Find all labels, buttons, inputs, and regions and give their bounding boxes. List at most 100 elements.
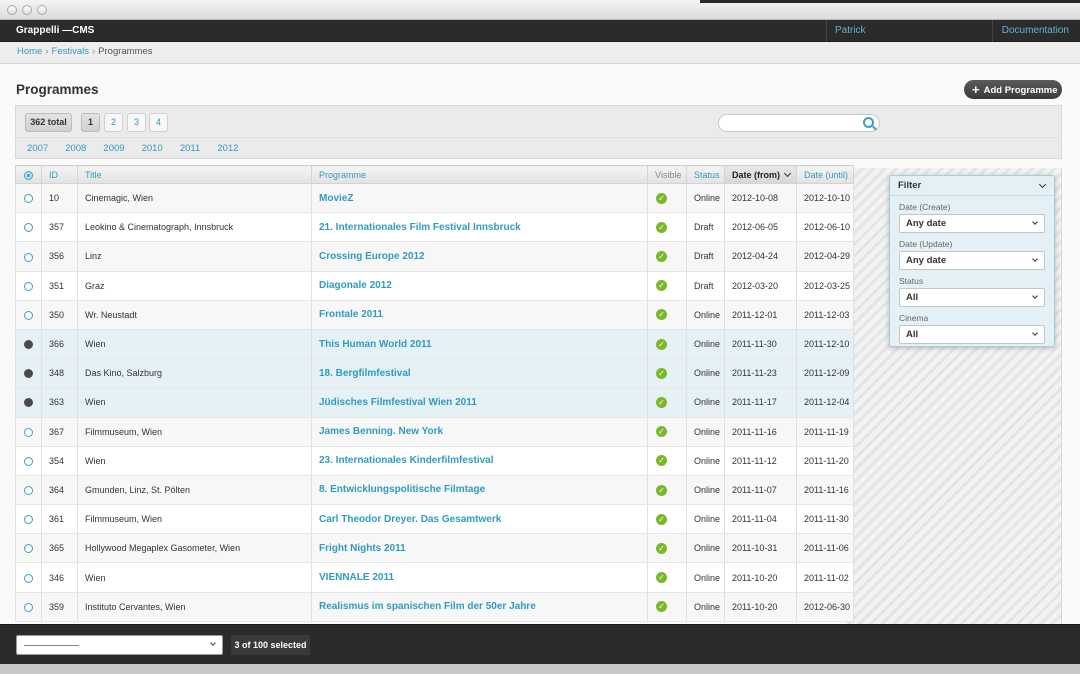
table-row[interactable]: 363 Wien Jüdisches Filmfestival Wien 2011 ✓… <box>15 387 854 418</box>
year-link-2011[interactable]: 2011 <box>180 143 200 154</box>
table-row[interactable]: 346 Wien VIENNALE 2011 ✓ Online 2011-10-20 201… <box>15 562 854 593</box>
column-header-visible[interactable]: Visible <box>647 165 687 184</box>
check-icon: ✓ <box>656 601 667 613</box>
table-row[interactable]: 367 Filmmuseum, Wien James Benning. New Yo… <box>15 417 854 447</box>
cell-visible: ✓ <box>647 417 687 447</box>
cell-date-from: 2012-06-05 <box>724 212 797 243</box>
cell-programme-link[interactable]: Crossing Europe 2012 <box>311 241 648 272</box>
cell-programme-link[interactable]: MovieZ <box>311 183 648 214</box>
table-row[interactable]: 364 Gmunden, Linz, St. Pölten 8. Entwicklu… <box>15 475 854 506</box>
cell-programme-link[interactable]: Frontale 2011 <box>311 300 648 330</box>
cell-programme-link[interactable]: This Human World 2011 <box>311 329 648 360</box>
cell-programme-link[interactable]: Fright Nights 2011 <box>311 533 648 564</box>
cell-programme-link[interactable]: Carl Theodor Dreyer. Das Gesamtwerk <box>311 504 648 535</box>
table-row[interactable]: 354 Wien 23. Internationales Kinderfilmfes… <box>15 446 854 476</box>
cell-id: 346 <box>41 562 78 593</box>
cell-programme-link[interactable]: James Benning. New York <box>311 417 648 447</box>
page-link-2[interactable]: 2 <box>104 113 123 132</box>
table-row[interactable]: 348 Das Kino, Salzburg 18. Bergfilmfestiva… <box>15 358 854 389</box>
year-link-2009[interactable]: 2009 <box>103 143 124 154</box>
cell-programme-link[interactable]: Diagonale 2012 <box>311 271 648 301</box>
table-row[interactable]: 365 Hollywood Megaplex Gasometer, Wien Fri… <box>15 533 854 564</box>
page-link-3[interactable]: 3 <box>127 113 146 132</box>
minimize-window-icon[interactable] <box>22 5 32 15</box>
row-select-toggle[interactable] <box>15 533 42 564</box>
row-select-toggle[interactable] <box>15 504 42 535</box>
column-header-id[interactable]: ID <box>41 165 78 184</box>
filter-toggle[interactable]: Filter <box>890 176 1054 196</box>
row-select-toggle[interactable] <box>15 329 42 360</box>
row-select-toggle[interactable] <box>15 358 42 389</box>
cell-title: Leokino & Cinematograph, Innsbruck <box>77 212 312 243</box>
cell-programme-link[interactable]: Jüdisches Filmfestival Wien 2011 <box>311 387 648 418</box>
table-row[interactable]: 359 Instituto Cervantes, Wien Realismus im… <box>15 592 854 622</box>
row-select-toggle[interactable] <box>15 212 42 243</box>
chevron-down-icon <box>1032 219 1038 225</box>
filter-label-status: Status <box>899 276 924 286</box>
column-header-date-from[interactable]: Date (from) <box>724 165 797 184</box>
year-link-2010[interactable]: 2010 <box>142 143 163 154</box>
row-select-toggle[interactable] <box>15 475 42 506</box>
cell-programme-link[interactable]: 21. Internationales Film Festival Innsbr… <box>311 212 648 243</box>
select-all-toggle[interactable] <box>15 165 42 184</box>
year-link-2007[interactable]: 2007 <box>27 143 48 154</box>
bulk-action-select[interactable] <box>16 635 223 655</box>
year-link-2008[interactable]: 2008 <box>65 143 86 154</box>
row-select-toggle[interactable] <box>15 417 42 447</box>
table-row[interactable]: 350 Wr. Neustadt Frontale 2011 ✓ Online 2011-… <box>15 300 854 330</box>
row-select-icon <box>24 398 33 408</box>
row-select-toggle[interactable] <box>15 446 42 476</box>
column-header-programme[interactable]: Programme <box>311 165 648 184</box>
filter-status-select[interactable]: All <box>899 288 1045 307</box>
pagination-toolbar: 362 total 1 2 3 4 <box>15 105 1062 137</box>
cell-id: 351 <box>41 271 78 301</box>
filter-cinema-select[interactable]: All <box>899 325 1045 344</box>
row-select-toggle[interactable] <box>15 271 42 301</box>
cell-date-until: 2012-10-10 <box>796 183 854 214</box>
user-menu[interactable]: Patrick <box>826 20 992 42</box>
search-icon[interactable] <box>863 117 874 128</box>
table-row[interactable]: 366 Wien This Human World 2011 ✓ Online 2011-… <box>15 329 854 360</box>
cell-visible: ✓ <box>647 358 687 389</box>
row-select-icon <box>24 281 33 291</box>
documentation-link[interactable]: Documentation <box>992 20 1080 42</box>
page-link-4[interactable]: 4 <box>149 113 168 132</box>
app-brand[interactable]: Grappelli —CMS <box>16 20 94 42</box>
cell-id: 361 <box>41 504 78 535</box>
column-header-title[interactable]: Title <box>77 165 312 184</box>
cell-programme-link[interactable]: VIENNALE 2011 <box>311 562 648 593</box>
column-header-status[interactable]: Status <box>686 165 725 184</box>
breadcrumb-festivals[interactable]: Festivals <box>52 46 89 57</box>
close-window-icon[interactable] <box>7 5 17 15</box>
row-select-toggle[interactable] <box>15 300 42 330</box>
filter-date-update-select[interactable]: Any date <box>899 251 1045 270</box>
cell-visible: ✓ <box>647 329 687 360</box>
table-row[interactable]: 10 Cinemagic, Wien MovieZ ✓ Online 2012-10-08… <box>15 183 854 214</box>
cell-date-from: 2011-11-04 <box>724 504 797 535</box>
row-select-toggle[interactable] <box>15 387 42 418</box>
cell-programme-link[interactable]: Realismus im spanischen Film der 50er Ja… <box>311 592 648 622</box>
cell-programme-link[interactable]: 23. Internationales Kinderfilmfestival <box>311 446 648 476</box>
add-programme-button[interactable]: + Add Programme <box>964 80 1062 99</box>
filter-date-create-select[interactable]: Any date <box>899 214 1045 233</box>
page-link-1[interactable]: 1 <box>81 113 100 132</box>
cell-date-until: 2011-12-09 <box>796 358 854 389</box>
breadcrumb-home[interactable]: Home <box>17 46 42 57</box>
zoom-window-icon[interactable] <box>37 5 47 15</box>
table-row[interactable]: 351 Graz Diagonale 2012 ✓ Draft 2012-03-20 201… <box>15 271 854 301</box>
row-select-toggle[interactable] <box>15 592 42 622</box>
cell-visible: ✓ <box>647 241 687 272</box>
row-select-toggle[interactable] <box>15 183 42 214</box>
row-select-toggle[interactable] <box>15 241 42 272</box>
row-select-toggle[interactable] <box>15 562 42 593</box>
table-row[interactable]: 361 Filmmuseum, Wien Carl Theodor Dreyer. … <box>15 504 854 535</box>
search-input[interactable] <box>718 114 880 132</box>
table-row[interactable]: 356 Linz Crossing Europe 2012 ✓ Draft 2012-04… <box>15 241 854 272</box>
table-row[interactable]: 357 Leokino & Cinematograph, Innsbruck 21.… <box>15 212 854 243</box>
cell-programme-link[interactable]: 18. Bergfilmfestival <box>311 358 648 389</box>
year-link-2012[interactable]: 2012 <box>217 143 238 154</box>
column-header-date-until[interactable]: Date (until) <box>796 165 854 184</box>
cell-date-from: 2012-03-20 <box>724 271 797 301</box>
cell-programme-link[interactable]: 8. Entwicklungspolitische Filmtage <box>311 475 648 506</box>
year-filter-bar: 2007 2008 2009 2010 2011 2012 <box>15 137 1062 159</box>
